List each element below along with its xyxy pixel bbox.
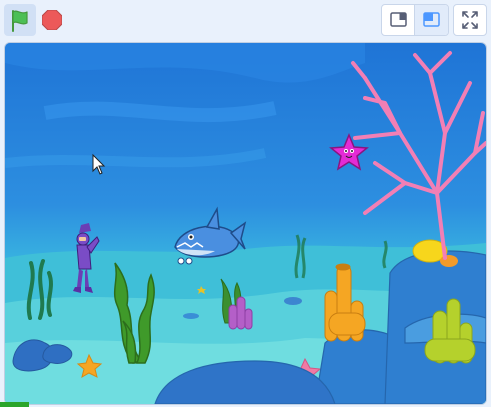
green-flag-icon: [12, 10, 28, 32]
stage-layout-toggle: [381, 4, 449, 36]
normal-stage-layout-icon: [423, 12, 440, 27]
fullscreen-button[interactable]: [453, 4, 487, 36]
small-stage-layout-icon: [390, 12, 407, 27]
stage-toolbar: [0, 0, 491, 40]
green-flag-button[interactable]: [4, 4, 36, 36]
underwater-backdrop: [5, 43, 486, 404]
normal-stage-button[interactable]: [415, 5, 448, 35]
stage[interactable]: [4, 42, 487, 405]
loading-progress-bar: [0, 402, 30, 407]
small-stage-button[interactable]: [382, 5, 415, 35]
stop-sign-icon: [42, 10, 62, 30]
fullscreen-icon: [462, 11, 478, 29]
stop-button[interactable]: [36, 4, 68, 36]
